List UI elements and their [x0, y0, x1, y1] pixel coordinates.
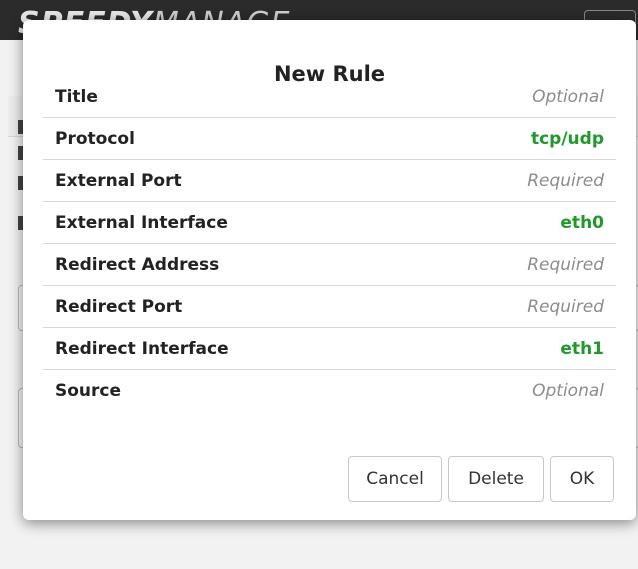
field-row[interactable]: Protocol tcp/udp [43, 118, 616, 160]
field-row[interactable]: External Interface eth0 [43, 202, 616, 244]
field-label: Title [55, 86, 98, 107]
field-value[interactable]: Optional [532, 381, 616, 401]
field-label: Redirect Port [55, 296, 183, 317]
field-row[interactable]: External Port Required [43, 160, 616, 202]
field-label: Redirect Interface [55, 338, 229, 359]
cancel-button[interactable]: Cancel [348, 456, 442, 502]
field-row[interactable]: Source Optional [43, 370, 616, 411]
dialog-buttons: Cancel Delete OK [348, 456, 614, 502]
field-label: External Port [55, 170, 182, 191]
field-value[interactable]: Required [527, 171, 616, 191]
field-value[interactable]: Required [527, 297, 616, 317]
field-label: Source [55, 380, 122, 401]
rule-fields: Title Optional Protocol tcp/udp External Por… [43, 76, 616, 411]
field-label: Redirect Address [55, 254, 220, 275]
field-row[interactable]: Redirect Port Required [43, 286, 616, 328]
field-value[interactable]: Required [527, 255, 616, 275]
field-value[interactable]: tcp/udp [531, 129, 616, 149]
delete-button[interactable]: Delete [448, 456, 544, 502]
field-row[interactable]: Title Optional [43, 76, 616, 118]
field-value[interactable]: eth1 [560, 339, 616, 359]
field-row[interactable]: Redirect Address Required [43, 244, 616, 286]
ok-button[interactable]: OK [550, 456, 614, 502]
field-row[interactable]: Redirect Interface eth1 [43, 328, 616, 370]
field-label: External Interface [55, 212, 228, 233]
field-label: Protocol [55, 128, 135, 149]
field-value[interactable]: eth0 [560, 213, 616, 233]
field-value[interactable]: Optional [532, 87, 616, 107]
new-rule-dialog: New Rule Title Optional Protocol tcp/udp Ext… [23, 20, 636, 520]
